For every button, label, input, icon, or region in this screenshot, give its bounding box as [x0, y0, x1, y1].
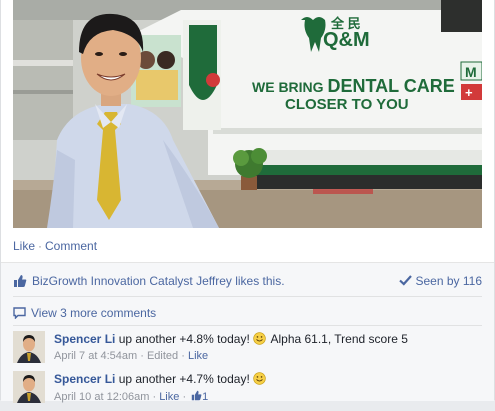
avatar[interactable] [13, 371, 45, 403]
truck-side-plus: + [465, 85, 473, 100]
comment-like-link[interactable]: Like [188, 350, 208, 362]
smiley-emoji-icon [253, 372, 266, 385]
comment-text-tail: Alpha 61.1, Trend score 5 [267, 332, 408, 346]
comment-link[interactable]: Comment [45, 239, 97, 253]
comment-like-count[interactable]: 1 [202, 391, 208, 403]
post-actions: Like · Comment [13, 239, 97, 255]
meta-separator: · [140, 350, 144, 362]
comment-bubble-icon [13, 307, 26, 319]
avatar-image [13, 331, 45, 363]
meta-separator: · [152, 391, 157, 403]
comment-timestamp[interactable]: April 7 at 4:54am [54, 350, 137, 362]
comment-item: Spencer Li up another +4.7% today! April… [13, 371, 482, 411]
comment-author[interactable]: Spencer Li [54, 332, 115, 346]
feedback-section: BizGrowth Innovation Catalyst Jeffrey li… [1, 262, 494, 403]
smiley-emoji-icon [253, 332, 266, 345]
truck-side-tag: M [465, 64, 477, 80]
news-feed-post: 全 民 Q&M WE BRING DENTAL CARE CLOSER TO Y… [0, 0, 495, 403]
edited-label[interactable]: Edited [147, 350, 178, 362]
truck-brand-text: Q&M [323, 29, 370, 51]
likes-summary: BizGrowth Innovation Catalyst Jeffrey li… [13, 273, 482, 291]
comment-line: Spencer Li up another +4.8% today! Alpha… [54, 332, 482, 346]
post-photo[interactable]: 全 民 Q&M WE BRING DENTAL CARE CLOSER TO Y… [13, 0, 482, 228]
view-more-comments-link[interactable]: View 3 more comments [13, 306, 156, 320]
comment-text: up another +4.7% today! [115, 372, 250, 386]
likers-text[interactable]: BizGrowth Innovation Catalyst Jeffrey li… [32, 274, 285, 288]
checkmark-icon [398, 275, 412, 286]
truck-slogan-line1: WE BRING DENTAL CARE [252, 76, 455, 96]
comment-body: Spencer Li up another +4.8% today! Alpha… [54, 332, 482, 362]
comment-like-link[interactable]: Like [159, 391, 179, 403]
comment-text: up another +4.8% today! [115, 332, 250, 346]
seen-by-label: Seen by 116 [415, 274, 483, 288]
action-separator: · [38, 239, 43, 253]
meta-separator: · [182, 391, 187, 403]
avatar-image [13, 371, 45, 403]
comment-item: Spencer Li up another +4.8% today! Alpha… [13, 331, 482, 371]
comment-timestamp[interactable]: April 10 at 12:06am [54, 391, 149, 403]
comment-line: Spencer Li up another +4.7% today! [54, 372, 482, 386]
thumbs-up-icon [14, 275, 27, 287]
view-more-comments-label: View 3 more comments [31, 306, 157, 320]
like-link[interactable]: Like [13, 239, 35, 253]
comment-author[interactable]: Spencer Li [54, 372, 115, 386]
meta-separator: · [181, 350, 185, 362]
post-photo-image: 全 民 Q&M WE BRING DENTAL CARE CLOSER TO Y… [13, 0, 482, 228]
divider [13, 325, 482, 326]
comment-meta: April 7 at 4:54am · Edited · Like [54, 350, 482, 362]
thumbs-up-icon [191, 390, 202, 401]
truck-slogan-part2: DENTAL CARE [327, 76, 454, 96]
comment-body: Spencer Li up another +4.7% today! April… [54, 372, 482, 403]
avatar[interactable] [13, 331, 45, 363]
truck-slogan-part1: WE BRING [252, 79, 327, 95]
truck-slogan-line2: CLOSER TO YOU [285, 96, 409, 113]
divider [13, 296, 482, 297]
comment-meta: April 10 at 12:06am · Like · 1 [54, 390, 482, 403]
seen-by[interactable]: Seen by 116 [398, 274, 483, 288]
